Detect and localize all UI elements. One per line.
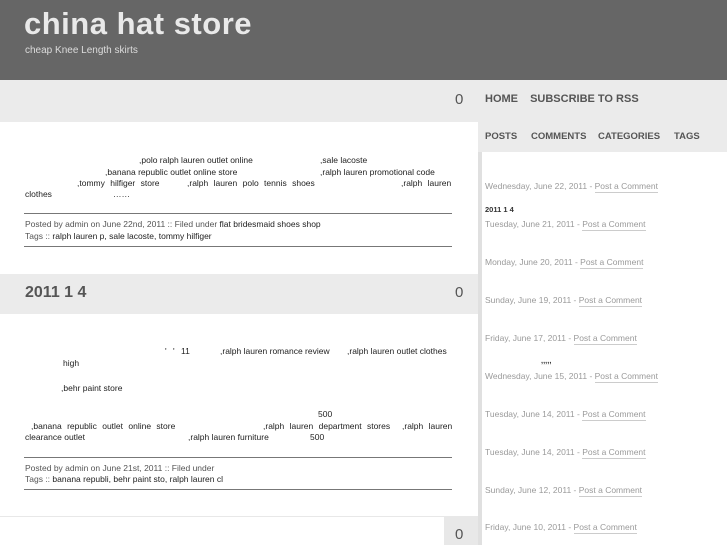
tab-categories[interactable]: CATEGORIES: [598, 131, 660, 142]
comment-count[interactable]: 0: [455, 284, 463, 301]
entry-date: Wednesday, June 22, 2011: [485, 181, 588, 191]
post-text: 500: [318, 409, 333, 419]
nav-home[interactable]: HOME: [485, 93, 518, 105]
sidebar-entry: Sunday, June 19, 2011 - Post a Comment: [485, 295, 643, 307]
post-link[interactable]: ,banana republic outlet online store: [105, 167, 237, 177]
post-link[interactable]: ,ralph lauren: [401, 178, 451, 188]
entry-date: Friday, June 17, 2011: [485, 333, 566, 343]
tab-tags[interactable]: TAGS: [674, 131, 700, 142]
site-title[interactable]: china hat store: [24, 6, 252, 42]
meta-text: Posted by admin on June 22nd, 2011 :: Fi…: [25, 219, 218, 229]
site-header: china hat store cheap Knee Length skirts: [0, 0, 727, 80]
sidebar-entry: Wednesday, June 22, 2011 - Post a Commen…: [485, 181, 658, 193]
post-link[interactable]: ,tommy hilfiger store: [77, 178, 160, 188]
post-link[interactable]: ,ralph lauren outlet clothes: [347, 346, 447, 356]
tags-label: Tags ::: [25, 474, 51, 484]
post-text: clothes: [25, 189, 52, 199]
entry-date: Tuesday, June 14, 2011: [485, 409, 575, 419]
post-comment-link[interactable]: Post a Comment: [573, 333, 637, 345]
comment-count[interactable]: 0: [455, 526, 463, 543]
post-link[interactable]: ,ralph lauren: [402, 421, 452, 431]
sidebar-tabs: POSTS COMMENTS CATEGORIES TAGS: [478, 122, 727, 152]
entry-date: Sunday, June 19, 2011: [485, 295, 572, 305]
post-link[interactable]: ,banana republic outlet online store: [31, 421, 175, 431]
entry-date: Monday, June 20, 2011: [485, 257, 573, 267]
divider: [24, 457, 452, 458]
tags-label: Tags ::: [25, 231, 51, 241]
entry-date: Friday, June 10, 2011: [485, 522, 566, 532]
sidebar-entry: Tuesday, June 21, 2011 - Post a Comment: [485, 219, 646, 231]
post-text: ' ' 11: [165, 346, 190, 356]
tab-comments[interactable]: COMMENTS: [531, 131, 586, 142]
post-comment-link[interactable]: Post a Comment: [573, 522, 637, 534]
post-comment-link[interactable]: Post a Comment: [578, 295, 643, 307]
post-comment-link[interactable]: Post a Comment: [582, 409, 646, 421]
nav-subscribe-rss[interactable]: SUBSCRIBE TO RSS: [530, 93, 639, 105]
divider: [24, 489, 452, 490]
post-1: [0, 122, 478, 274]
post-comment-link[interactable]: Post a Comment: [594, 371, 658, 383]
post-link[interactable]: ,ralph lauren furniture: [188, 432, 269, 442]
category-link[interactable]: flat bridesmaid shoes shop: [220, 219, 321, 229]
sidebar-entry: Monday, June 20, 2011 - Post a Comment: [485, 257, 644, 269]
post-comment-link[interactable]: Post a Comment: [578, 485, 643, 497]
post-link[interactable]: ,ralph lauren department stores: [263, 421, 390, 431]
post-link[interactable]: ,ralph lauren promotional code: [320, 167, 435, 177]
tag-links[interactable]: banana republi, behr paint sto, ralph la…: [52, 474, 223, 484]
entry-date: Tuesday, June 14, 2011: [485, 447, 575, 457]
post-text: ……: [113, 189, 130, 199]
sidebar-entry: Sunday, June 12, 2011 - Post a Comment: [485, 485, 643, 497]
divider: [24, 246, 452, 247]
sidebar-note: 2011 1 4: [485, 205, 514, 214]
post-text: high: [63, 358, 80, 368]
comment-count[interactable]: 0: [455, 91, 463, 108]
sidebar-entry: Friday, June 10, 2011 - Post a Comment: [485, 522, 637, 534]
post-header-bar: [0, 80, 478, 122]
post-link[interactable]: ,ralph lauren romance review: [220, 346, 330, 356]
post-title[interactable]: 2011 1 4: [25, 284, 86, 302]
post-link[interactable]: ,behr paint store: [61, 383, 122, 393]
post-text: 500: [310, 432, 325, 442]
tab-posts[interactable]: POSTS: [485, 131, 517, 142]
entry-date: Tuesday, June 21, 2011: [485, 219, 575, 229]
sidebar-entry: Tuesday, June 14, 2011 - Post a Comment: [485, 447, 646, 459]
post-text: clearance outlet: [25, 432, 86, 442]
meta-text: Posted by admin on June 21st, 2011 :: Fi…: [25, 463, 215, 473]
post-link[interactable]: ,sale lacoste: [320, 155, 367, 165]
sidebar-entry: Wednesday, June 15, 2011 - Post a Commen…: [485, 371, 658, 383]
post-2: [0, 314, 478, 516]
entry-date: Sunday, June 12, 2011: [485, 485, 572, 495]
post-comment-link[interactable]: Post a Comment: [580, 257, 644, 269]
sidebar-entry: Tuesday, June 14, 2011 - Post a Comment: [485, 409, 646, 421]
entry-date: Wednesday, June 15, 2011: [485, 371, 588, 381]
sidebar-entry: Friday, June 17, 2011 - Post a Comment: [485, 333, 637, 345]
site-tagline: cheap Knee Length skirts: [25, 45, 138, 56]
post-meta: Posted by admin on June 21st, 2011 :: Fi…: [25, 463, 214, 473]
post-link[interactable]: ,ralph lauren polo tennis shoes: [187, 178, 315, 188]
post-3: [0, 517, 444, 545]
post-meta: Posted by admin on June 22nd, 2011 :: Fi…: [25, 219, 321, 229]
post-comment-link[interactable]: Post a Comment: [594, 181, 658, 193]
post-comment-link[interactable]: Post a Comment: [582, 219, 646, 231]
post-comment-link[interactable]: Post a Comment: [582, 447, 646, 459]
sidebar-note: ,,,,,: [541, 356, 552, 365]
main-nav: HOME SUBSCRIBE TO RSS: [485, 93, 648, 105]
post-link[interactable]: ,polo ralph lauren outlet online: [139, 155, 253, 165]
divider: [24, 213, 452, 214]
post-tags: Tags :: banana republi, behr paint sto, …: [25, 474, 223, 484]
tag-links[interactable]: ralph lauren p, sale lacoste, tommy hilf…: [52, 231, 211, 241]
post-tags: Tags :: ralph lauren p, sale lacoste, to…: [25, 231, 212, 241]
